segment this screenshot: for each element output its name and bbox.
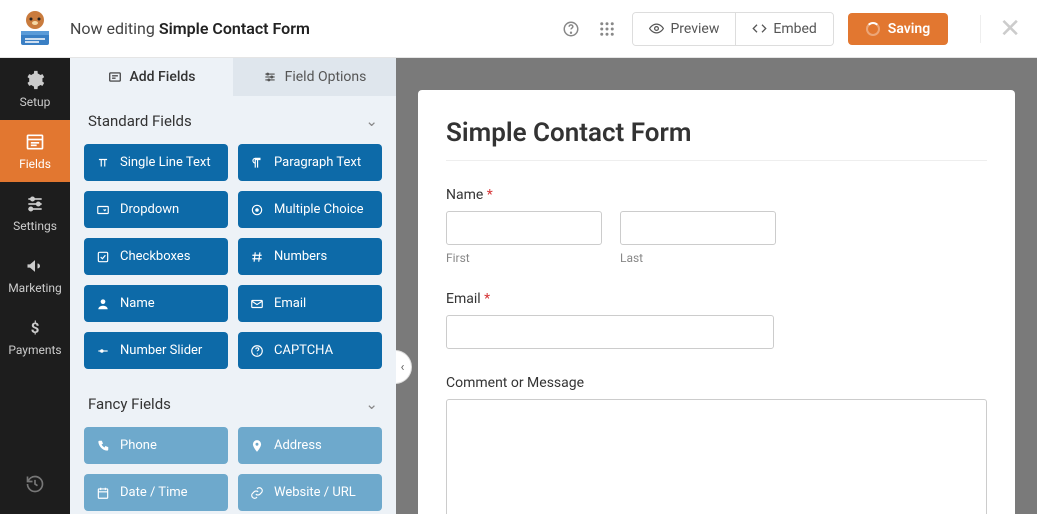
- svg-text:$: $: [31, 319, 40, 337]
- nav-settings[interactable]: Settings: [0, 182, 70, 244]
- tab-field-options-label: Field Options: [285, 69, 367, 85]
- embed-button[interactable]: Embed: [735, 13, 832, 45]
- close-icon[interactable]: ✕: [980, 15, 1021, 43]
- nav-settings-label: Settings: [13, 219, 57, 233]
- divider: [446, 160, 987, 161]
- form-name: Simple Contact Form: [159, 19, 310, 38]
- tab-add-fields-label: Add Fields: [130, 69, 196, 85]
- form-canvas: Simple Contact Form Name * First Last Em…: [418, 90, 1015, 514]
- panel-tabs: Add Fields Field Options: [70, 58, 396, 96]
- preview-embed-group: Preview Embed: [632, 12, 833, 46]
- field-btn-address[interactable]: Address: [238, 427, 382, 464]
- add-fields-icon: [108, 70, 122, 84]
- section-standard-label: Standard Fields: [88, 112, 192, 130]
- help-icon[interactable]: [560, 18, 582, 40]
- form-preview-title: Simple Contact Form: [446, 118, 987, 148]
- email-input[interactable]: [446, 315, 774, 349]
- first-sublabel: First: [446, 251, 602, 265]
- field-name[interactable]: Name * First Last: [446, 187, 987, 265]
- calendar-icon: [96, 486, 110, 500]
- field-btn-phone[interactable]: Phone: [84, 427, 228, 464]
- nav-payments-label: Payments: [8, 343, 61, 357]
- field-btn-website-url[interactable]: Website / URL: [238, 474, 382, 511]
- nav-fields-label: Fields: [19, 157, 51, 171]
- section-fancy-fields[interactable]: Fancy Fields ⌄: [70, 379, 396, 427]
- nav-marketing-label: Marketing: [8, 281, 62, 295]
- user-icon: [96, 297, 110, 311]
- saving-button: Saving: [848, 13, 948, 45]
- dropdown-icon: [96, 203, 110, 217]
- dollar-icon: $: [25, 318, 45, 338]
- paragraph-icon: [250, 156, 264, 170]
- field-btn-checkboxes[interactable]: Checkboxes: [84, 238, 228, 275]
- sliders-icon: [25, 194, 45, 214]
- field-btn-paragraph-text[interactable]: Paragraph Text: [238, 144, 382, 181]
- gear-icon: [25, 70, 45, 90]
- nav-marketing[interactable]: Marketing: [0, 244, 70, 306]
- hash-icon: [250, 250, 264, 264]
- preview-label: Preview: [670, 21, 719, 37]
- history-icon: [25, 474, 45, 494]
- field-btn-multiple-choice[interactable]: Multiple Choice: [238, 191, 382, 228]
- tab-field-options[interactable]: Field Options: [233, 58, 396, 96]
- preview-button[interactable]: Preview: [633, 13, 735, 45]
- name-label: Name *: [446, 187, 987, 203]
- field-btn-captcha[interactable]: CAPTCHA: [238, 332, 382, 369]
- page-title: Now editing Simple Contact Form: [70, 19, 560, 38]
- field-btn-email[interactable]: Email: [238, 285, 382, 322]
- mail-icon: [250, 297, 264, 311]
- phone-icon: [96, 439, 110, 453]
- field-btn-number-slider[interactable]: Number Slider: [84, 332, 228, 369]
- left-nav: Setup Fields Settings Marketing $ Payment…: [0, 58, 70, 514]
- chevron-down-icon: ⌄: [365, 112, 378, 130]
- link-icon: [250, 486, 264, 500]
- first-name-input[interactable]: [446, 211, 602, 245]
- comment-label: Comment or Message: [446, 375, 987, 391]
- section-fancy-label: Fancy Fields: [88, 395, 171, 413]
- field-btn-single-line-text[interactable]: Single Line Text: [84, 144, 228, 181]
- nav-payments[interactable]: $ Payments: [0, 306, 70, 368]
- field-comment[interactable]: Comment or Message: [446, 375, 987, 514]
- last-name-input[interactable]: [620, 211, 776, 245]
- nav-history[interactable]: [0, 454, 70, 514]
- embed-label: Embed: [773, 21, 816, 37]
- field-btn-date-time[interactable]: Date / Time: [84, 474, 228, 511]
- captcha-icon: [250, 344, 264, 358]
- field-btn-dropdown[interactable]: Dropdown: [84, 191, 228, 228]
- comment-textarea[interactable]: [446, 399, 987, 514]
- now-editing-label: Now editing: [70, 19, 155, 38]
- saving-label: Saving: [888, 21, 930, 37]
- radio-icon: [250, 203, 264, 217]
- pin-icon: [250, 439, 264, 453]
- app-logo: [0, 0, 70, 58]
- nav-setup[interactable]: Setup: [0, 58, 70, 120]
- top-actions: Preview Embed Saving ✕: [560, 12, 1021, 46]
- bullhorn-icon: [25, 256, 45, 276]
- eye-icon: [649, 21, 664, 36]
- options-icon: [263, 70, 277, 84]
- spinner-icon: [866, 22, 880, 36]
- fields-panel: Add Fields Field Options Standard Fields…: [70, 58, 396, 514]
- nav-fields[interactable]: Fields: [0, 120, 70, 182]
- tab-add-fields[interactable]: Add Fields: [70, 58, 233, 96]
- chevron-down-icon: ⌄: [365, 395, 378, 413]
- last-sublabel: Last: [620, 251, 776, 265]
- field-btn-numbers[interactable]: Numbers: [238, 238, 382, 275]
- top-bar: Now editing Simple Contact Form Preview …: [0, 0, 1037, 58]
- check-icon: [96, 250, 110, 264]
- nav-setup-label: Setup: [20, 95, 51, 109]
- form-icon: [25, 132, 45, 152]
- code-icon: [752, 21, 767, 36]
- slider-icon: [96, 344, 110, 358]
- field-btn-name[interactable]: Name: [84, 285, 228, 322]
- text-icon: [96, 156, 110, 170]
- email-label: Email *: [446, 291, 987, 307]
- field-email[interactable]: Email *: [446, 291, 987, 349]
- section-standard-fields[interactable]: Standard Fields ⌄: [70, 96, 396, 144]
- canvas-wrap: ‹ Simple Contact Form Name * First Last …: [396, 58, 1037, 514]
- collapse-panel-handle[interactable]: ‹: [396, 350, 412, 384]
- apps-grid-icon[interactable]: [596, 18, 618, 40]
